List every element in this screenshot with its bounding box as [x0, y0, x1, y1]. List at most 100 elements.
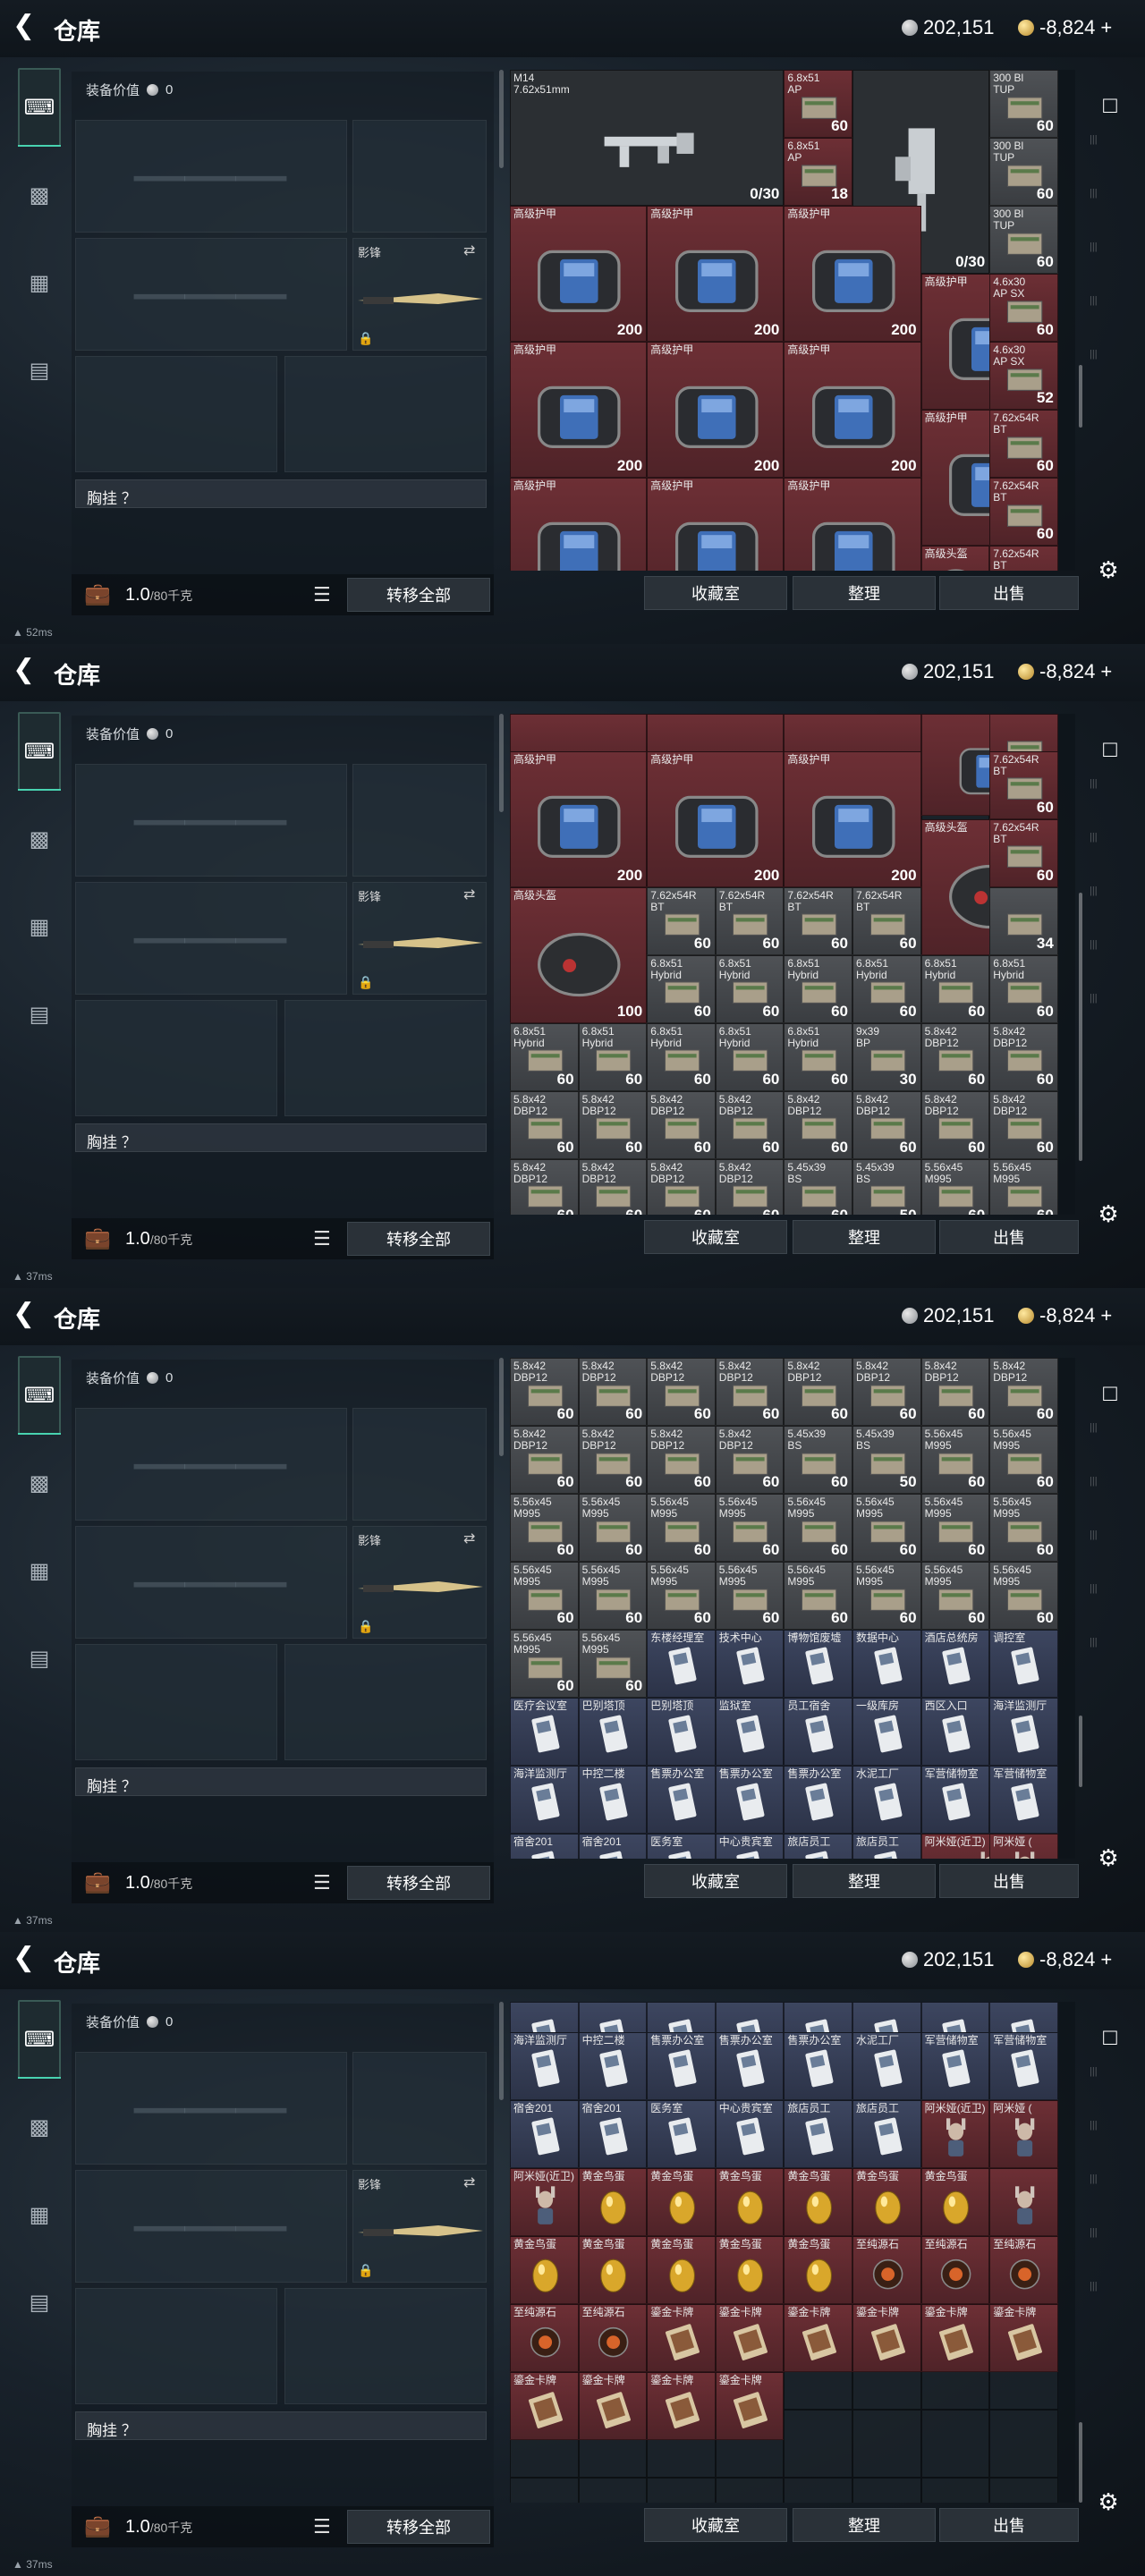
empty-grid-cell[interactable]: [784, 2478, 852, 2503]
inventory-item[interactable]: 5.45x39 BS 50: [852, 1158, 921, 1215]
inventory-item[interactable]: 鎏金卡牌: [647, 2304, 716, 2373]
storage-scrollbar[interactable]: [1079, 1716, 1082, 1787]
settings-gear-icon[interactable]: ⚙: [1090, 2483, 1127, 2521]
list-icon[interactable]: ☰: [313, 2515, 331, 2538]
storage-grid[interactable]: M14 7.62x51mm 0/30 6.8x51 AP 60 0/30 300 Bl T…: [510, 70, 1075, 571]
empty-grid-cell[interactable]: [510, 2478, 579, 2503]
inventory-item[interactable]: 医务室: [647, 1834, 716, 1859]
empty-grid-cell[interactable]: [989, 2410, 1058, 2478]
nav-backpack[interactable]: ▤: [18, 349, 61, 392]
inventory-item[interactable]: 4.6x30 AP SX 52: [989, 342, 1058, 410]
inventory-item[interactable]: 5.8x42 DBP12 60: [715, 1426, 785, 1494]
nav-rig[interactable]: ▦: [18, 905, 61, 948]
settings-gear-icon[interactable]: ⚙: [1090, 551, 1127, 589]
inventory-item[interactable]: 博物馆废墟: [784, 1630, 852, 1698]
inventory-item[interactable]: 5.8x42 DBP12 60: [715, 1158, 785, 1215]
inventory-item[interactable]: 阿米娅 (: [989, 2100, 1058, 2169]
inventory-item[interactable]: 东楼经理室: [647, 1630, 716, 1698]
add-currency-button[interactable]: +: [1100, 1948, 1112, 1971]
inventory-item[interactable]: 数据中心: [852, 1630, 921, 1698]
inventory-item[interactable]: 鎏金卡牌: [852, 2304, 921, 2373]
inventory-item[interactable]: 7.62x54R BT 60: [989, 818, 1058, 887]
inventory-item[interactable]: 300 Bl TUP 60: [989, 206, 1058, 274]
inventory-item[interactable]: 6.8x51 Hybrid 60: [715, 954, 785, 1023]
loadout-scrollbar[interactable]: [499, 1358, 504, 1456]
inventory-item[interactable]: 宿舍201: [578, 1834, 648, 1859]
chest-rig-row[interactable]: 胸挂 ？: [75, 1767, 487, 1796]
inventory-item[interactable]: 售票办公室: [715, 1766, 785, 1834]
inventory-item[interactable]: 5.56x45 M995 60: [510, 1494, 579, 1562]
inventory-item[interactable]: 5.8x42 DBP12 60: [852, 1090, 921, 1159]
back-arrow-icon[interactable]: ❮: [13, 657, 39, 683]
inventory-item[interactable]: 旅店员工: [852, 2100, 921, 2169]
inventory-item[interactable]: 海洋监测厅: [510, 2032, 579, 2101]
inventory-item[interactable]: 5.45x39 BS 60: [784, 1426, 852, 1494]
collection-room-button[interactable]: 收藏室: [644, 1220, 787, 1254]
swap-icon[interactable]: ⇄: [463, 2174, 475, 2191]
inventory-item[interactable]: 黄金鸟蛋: [647, 2236, 716, 2305]
nav-rig[interactable]: ▦: [18, 261, 61, 304]
transfer-all-button[interactable]: 转移全部: [347, 578, 490, 612]
inventory-item[interactable]: 阿米娅(近卫): [920, 2100, 990, 2169]
pistol-slot[interactable]: [352, 1408, 487, 1521]
inventory-item[interactable]: 鎏金卡牌: [784, 2304, 852, 2373]
empty-grid-cell[interactable]: [578, 2478, 648, 2503]
inventory-item[interactable]: 宿舍201: [510, 1834, 579, 1859]
inventory-item[interactable]: 黄金鸟蛋: [784, 2168, 852, 2237]
empty-grid-cell[interactable]: [715, 2478, 785, 2503]
transfer-all-button[interactable]: 转移全部: [347, 2510, 490, 2544]
inventory-item[interactable]: 5.56x45 M995 60: [920, 1494, 990, 1562]
swap-icon[interactable]: ⇄: [463, 1530, 475, 1547]
inventory-item[interactable]: 5.56x45 M995 60: [578, 1494, 648, 1562]
inventory-item[interactable]: 水泥工厂: [852, 2032, 921, 2101]
inventory-item[interactable]: 5.56x45 M995 60: [715, 1494, 785, 1562]
pistol-slot[interactable]: [352, 2052, 487, 2165]
inventory-item[interactable]: 5.56x45 M995 60: [510, 1562, 579, 1630]
inventory-item[interactable]: 5.8x42 DBP12 60: [510, 1158, 579, 1215]
inventory-item[interactable]: 鎏金卡牌: [510, 2372, 579, 2441]
inventory-item[interactable]: 高级护甲 200: [647, 750, 785, 887]
inventory-item[interactable]: 5.56x45 M995 60: [784, 1494, 852, 1562]
inventory-item[interactable]: 高级护甲 200: [647, 206, 785, 342]
inventory-item[interactable]: 5.45x39 BS 60: [784, 1158, 852, 1215]
inventory-item[interactable]: 军营储物室: [989, 2032, 1058, 2101]
sort-button[interactable]: 整理: [793, 576, 936, 610]
armor-slot[interactable]: [284, 1000, 487, 1116]
inventory-item[interactable]: 技术中心: [715, 1630, 785, 1698]
inventory-item[interactable]: 5.56x45 M995 60: [989, 1426, 1058, 1494]
inventory-item[interactable]: 阿米娅 (: [989, 1834, 1058, 1859]
inventory-item[interactable]: 5.8x42 DBP12 60: [510, 1358, 579, 1426]
empty-grid-cell[interactable]: [852, 2410, 921, 2478]
collection-room-button[interactable]: 收藏室: [644, 576, 787, 610]
inventory-item[interactable]: 34: [989, 886, 1058, 955]
inventory-item[interactable]: 至纯源石: [510, 2304, 579, 2373]
inventory-item[interactable]: 黄金鸟蛋: [578, 2168, 648, 2237]
inventory-item[interactable]: 5.8x42 DBP12 60: [578, 1426, 648, 1494]
inventory-item[interactable]: 5.8x42 DBP12 60: [647, 1090, 716, 1159]
inventory-item[interactable]: 5.8x42 DBP12 60: [784, 1090, 852, 1159]
help-icon[interactable]: ？: [122, 1134, 137, 1151]
swap-icon[interactable]: ⇄: [463, 242, 475, 259]
inventory-item[interactable]: 7.62x54R BT 60: [852, 886, 921, 955]
inventory-item[interactable]: [989, 2168, 1058, 2237]
helmet-slot[interactable]: [75, 1644, 277, 1760]
inventory-item[interactable]: 5.8x42 DBP12 60: [647, 1158, 716, 1215]
chest-rig-row[interactable]: 胸挂 ？: [75, 1123, 487, 1152]
inventory-item[interactable]: 高级护甲 200: [510, 342, 648, 478]
inventory-item[interactable]: 5.56x45 M995 60: [578, 1630, 648, 1698]
pistol-slot[interactable]: [352, 764, 487, 877]
inventory-item[interactable]: 黄金鸟蛋: [647, 2168, 716, 2237]
inventory-item[interactable]: 5.8x42 DBP12 60: [578, 1158, 648, 1215]
armor-slot[interactable]: [284, 2288, 487, 2404]
collection-room-button[interactable]: 收藏室: [644, 1864, 787, 1898]
inventory-item[interactable]: 鎏金卡牌: [715, 2372, 785, 2441]
inventory-item[interactable]: M14 7.62x51mm 0/30: [510, 70, 785, 206]
inventory-item[interactable]: 黄金鸟蛋: [920, 2168, 990, 2237]
inventory-item[interactable]: 5.8x42 DBP12 60: [647, 1426, 716, 1494]
loadout-scrollbar[interactable]: [499, 714, 504, 812]
transfer-all-button[interactable]: 转移全部: [347, 1866, 490, 1900]
inventory-item[interactable]: 高级头盔 100: [510, 886, 648, 1023]
inventory-item[interactable]: 鎏金卡牌: [989, 2304, 1058, 2373]
inventory-item[interactable]: 5.56x45 M995 60: [920, 1158, 990, 1215]
inventory-item[interactable]: 5.56x45 M995 60: [715, 1562, 785, 1630]
